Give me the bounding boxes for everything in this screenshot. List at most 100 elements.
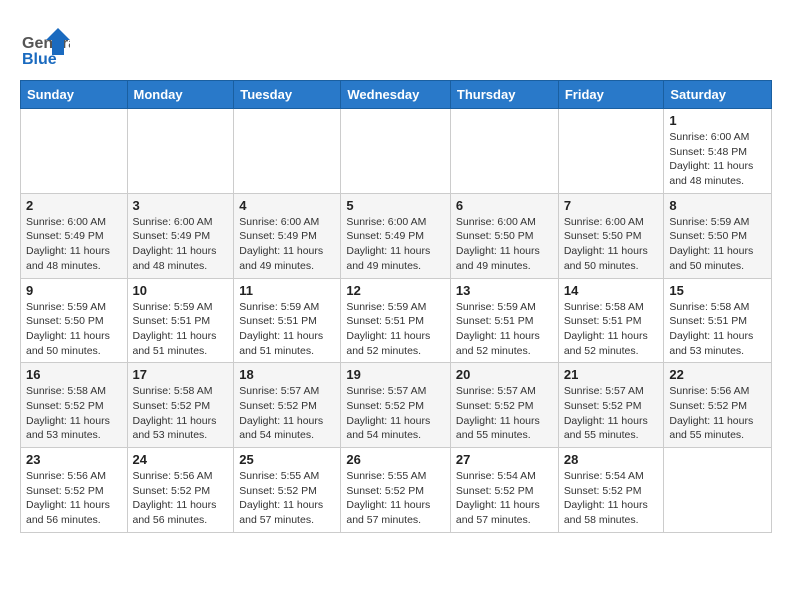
week-row-3: 9 Sunrise: 5:59 AM Sunset: 5:50 PM Daylig…: [21, 278, 772, 363]
day-number: 18: [239, 367, 335, 382]
day-cell: 11 Sunrise: 5:59 AM Sunset: 5:51 PM Dayli…: [234, 278, 341, 363]
day-info: Sunrise: 6:00 AM Sunset: 5:49 PM Dayligh…: [346, 215, 445, 274]
day-number: 23: [26, 452, 122, 467]
day-cell: [127, 109, 234, 194]
week-row-1: 1 Sunrise: 6:00 AM Sunset: 5:48 PM Daylig…: [21, 109, 772, 194]
day-cell: 24 Sunrise: 5:56 AM Sunset: 5:52 PM Dayli…: [127, 448, 234, 533]
day-cell: 18 Sunrise: 5:57 AM Sunset: 5:52 PM Dayli…: [234, 363, 341, 448]
day-info: Sunrise: 5:57 AM Sunset: 5:52 PM Dayligh…: [564, 384, 659, 443]
day-info: Sunrise: 5:58 AM Sunset: 5:51 PM Dayligh…: [564, 300, 659, 359]
day-number: 24: [133, 452, 229, 467]
day-info: Sunrise: 5:54 AM Sunset: 5:52 PM Dayligh…: [564, 469, 659, 528]
day-number: 9: [26, 283, 122, 298]
day-number: 8: [669, 198, 766, 213]
day-info: Sunrise: 6:00 AM Sunset: 5:48 PM Dayligh…: [669, 130, 766, 189]
logo-icon: General Blue: [20, 20, 70, 70]
day-cell: 22 Sunrise: 5:56 AM Sunset: 5:52 PM Dayli…: [664, 363, 772, 448]
day-cell: 23 Sunrise: 5:56 AM Sunset: 5:52 PM Dayli…: [21, 448, 128, 533]
day-cell: 26 Sunrise: 5:55 AM Sunset: 5:52 PM Dayli…: [341, 448, 451, 533]
col-header-monday: Monday: [127, 81, 234, 109]
day-info: Sunrise: 6:00 AM Sunset: 5:49 PM Dayligh…: [133, 215, 229, 274]
col-header-wednesday: Wednesday: [341, 81, 451, 109]
day-number: 19: [346, 367, 445, 382]
week-row-4: 16 Sunrise: 5:58 AM Sunset: 5:52 PM Dayli…: [21, 363, 772, 448]
day-info: Sunrise: 6:00 AM Sunset: 5:49 PM Dayligh…: [26, 215, 122, 274]
day-cell: 19 Sunrise: 5:57 AM Sunset: 5:52 PM Dayli…: [341, 363, 451, 448]
day-number: 26: [346, 452, 445, 467]
day-number: 2: [26, 198, 122, 213]
day-info: Sunrise: 5:59 AM Sunset: 5:51 PM Dayligh…: [239, 300, 335, 359]
day-number: 3: [133, 198, 229, 213]
day-number: 22: [669, 367, 766, 382]
logo: General Blue: [20, 20, 74, 70]
day-info: Sunrise: 5:55 AM Sunset: 5:52 PM Dayligh…: [239, 469, 335, 528]
col-header-friday: Friday: [558, 81, 664, 109]
day-cell: [234, 109, 341, 194]
day-cell: [341, 109, 451, 194]
day-number: 27: [456, 452, 553, 467]
day-info: Sunrise: 6:00 AM Sunset: 5:49 PM Dayligh…: [239, 215, 335, 274]
day-info: Sunrise: 6:00 AM Sunset: 5:50 PM Dayligh…: [456, 215, 553, 274]
day-info: Sunrise: 5:56 AM Sunset: 5:52 PM Dayligh…: [669, 384, 766, 443]
day-cell: 28Sunrise: 5:54 AM Sunset: 5:52 PM Dayli…: [558, 448, 664, 533]
day-info: Sunrise: 5:59 AM Sunset: 5:51 PM Dayligh…: [456, 300, 553, 359]
day-info: Sunrise: 5:57 AM Sunset: 5:52 PM Dayligh…: [456, 384, 553, 443]
day-number: 16: [26, 367, 122, 382]
day-cell: [450, 109, 558, 194]
day-cell: 13 Sunrise: 5:59 AM Sunset: 5:51 PM Dayli…: [450, 278, 558, 363]
day-number: 4: [239, 198, 335, 213]
day-info: Sunrise: 5:55 AM Sunset: 5:52 PM Dayligh…: [346, 469, 445, 528]
day-info: Sunrise: 5:58 AM Sunset: 5:51 PM Dayligh…: [669, 300, 766, 359]
day-cell: 15Sunrise: 5:58 AM Sunset: 5:51 PM Dayli…: [664, 278, 772, 363]
day-info: Sunrise: 5:57 AM Sunset: 5:52 PM Dayligh…: [239, 384, 335, 443]
week-row-2: 2 Sunrise: 6:00 AM Sunset: 5:49 PM Daylig…: [21, 193, 772, 278]
day-cell: 6 Sunrise: 6:00 AM Sunset: 5:50 PM Daylig…: [450, 193, 558, 278]
day-cell: 5 Sunrise: 6:00 AM Sunset: 5:49 PM Daylig…: [341, 193, 451, 278]
day-cell: [21, 109, 128, 194]
day-number: 20: [456, 367, 553, 382]
day-info: Sunrise: 5:59 AM Sunset: 5:51 PM Dayligh…: [133, 300, 229, 359]
day-number: 25: [239, 452, 335, 467]
day-info: Sunrise: 5:57 AM Sunset: 5:52 PM Dayligh…: [346, 384, 445, 443]
calendar-header-row: SundayMondayTuesdayWednesdayThursdayFrid…: [21, 81, 772, 109]
day-cell: 8 Sunrise: 5:59 AM Sunset: 5:50 PM Daylig…: [664, 193, 772, 278]
day-info: Sunrise: 5:58 AM Sunset: 5:52 PM Dayligh…: [133, 384, 229, 443]
day-cell: 25 Sunrise: 5:55 AM Sunset: 5:52 PM Dayli…: [234, 448, 341, 533]
day-info: Sunrise: 5:59 AM Sunset: 5:51 PM Dayligh…: [346, 300, 445, 359]
col-header-tuesday: Tuesday: [234, 81, 341, 109]
week-row-5: 23 Sunrise: 5:56 AM Sunset: 5:52 PM Dayli…: [21, 448, 772, 533]
day-number: 13: [456, 283, 553, 298]
day-cell: 21 Sunrise: 5:57 AM Sunset: 5:52 PM Dayli…: [558, 363, 664, 448]
day-number: 17: [133, 367, 229, 382]
day-number: 11: [239, 283, 335, 298]
day-cell: [664, 448, 772, 533]
day-cell: 17 Sunrise: 5:58 AM Sunset: 5:52 PM Dayli…: [127, 363, 234, 448]
day-info: Sunrise: 5:59 AM Sunset: 5:50 PM Dayligh…: [26, 300, 122, 359]
day-number: 1: [669, 113, 766, 128]
day-number: 12: [346, 283, 445, 298]
page-header: General Blue: [20, 20, 772, 70]
day-number: 7: [564, 198, 659, 213]
day-info: Sunrise: 6:00 AM Sunset: 5:50 PM Dayligh…: [564, 215, 659, 274]
day-info: Sunrise: 5:56 AM Sunset: 5:52 PM Dayligh…: [133, 469, 229, 528]
day-number: 5: [346, 198, 445, 213]
day-cell: 4 Sunrise: 6:00 AM Sunset: 5:49 PM Daylig…: [234, 193, 341, 278]
day-cell: 20 Sunrise: 5:57 AM Sunset: 5:52 PM Dayli…: [450, 363, 558, 448]
day-info: Sunrise: 5:56 AM Sunset: 5:52 PM Dayligh…: [26, 469, 122, 528]
day-cell: 10 Sunrise: 5:59 AM Sunset: 5:51 PM Dayli…: [127, 278, 234, 363]
calendar-table: SundayMondayTuesdayWednesdayThursdayFrid…: [20, 80, 772, 533]
day-info: Sunrise: 5:54 AM Sunset: 5:52 PM Dayligh…: [456, 469, 553, 528]
day-cell: 27 Sunrise: 5:54 AM Sunset: 5:52 PM Dayli…: [450, 448, 558, 533]
day-cell: 7 Sunrise: 6:00 AM Sunset: 5:50 PM Daylig…: [558, 193, 664, 278]
day-number: 14: [564, 283, 659, 298]
day-number: 6: [456, 198, 553, 213]
day-cell: 9 Sunrise: 5:59 AM Sunset: 5:50 PM Daylig…: [21, 278, 128, 363]
day-info: Sunrise: 5:58 AM Sunset: 5:52 PM Dayligh…: [26, 384, 122, 443]
day-cell: 12 Sunrise: 5:59 AM Sunset: 5:51 PM Dayli…: [341, 278, 451, 363]
day-number: 21: [564, 367, 659, 382]
day-info: Sunrise: 5:59 AM Sunset: 5:50 PM Dayligh…: [669, 215, 766, 274]
day-cell: 1 Sunrise: 6:00 AM Sunset: 5:48 PM Daylig…: [664, 109, 772, 194]
day-number: 10: [133, 283, 229, 298]
day-cell: [558, 109, 664, 194]
day-cell: 16 Sunrise: 5:58 AM Sunset: 5:52 PM Dayli…: [21, 363, 128, 448]
